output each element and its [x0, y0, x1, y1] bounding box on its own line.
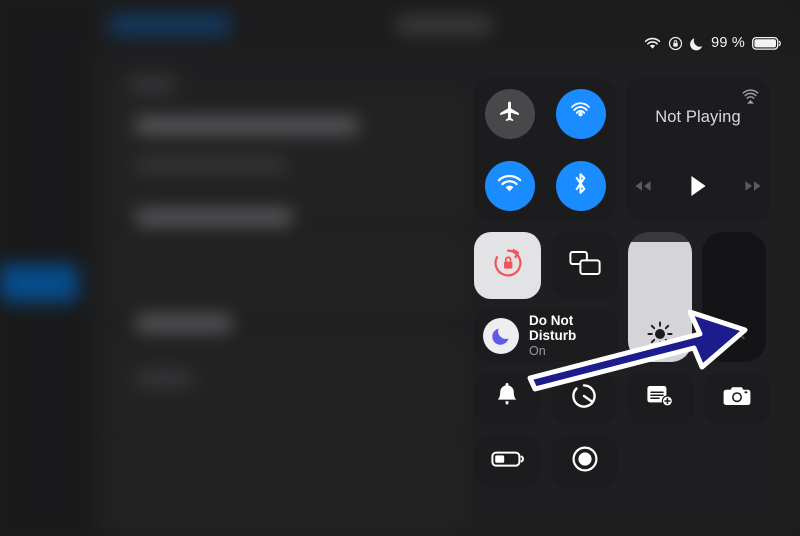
control-center-row-tiles-1 [474, 372, 770, 425]
dnd-label-line1: Do Not [529, 312, 574, 328]
rotation-lock-icon [491, 246, 525, 285]
moon-icon [690, 36, 704, 51]
airplane-icon [497, 99, 522, 129]
screen-recording-button[interactable] [551, 435, 618, 488]
timer-icon [570, 382, 598, 415]
bluetooth-toggle[interactable] [555, 161, 606, 211]
airplay-icon[interactable] [741, 88, 760, 112]
media-playback-module[interactable]: Not Playing [626, 78, 770, 222]
camera-button[interactable] [703, 372, 770, 425]
control-center-row-top: Not Playing [474, 78, 770, 222]
connectivity-module[interactable] [474, 78, 616, 222]
rewind-button[interactable] [632, 179, 654, 193]
timer-button[interactable] [550, 372, 617, 425]
airdrop-icon [567, 98, 594, 130]
fast-forward-button[interactable] [742, 179, 764, 193]
control-center-row-tiles-2 [474, 435, 770, 488]
wifi-icon [644, 37, 661, 50]
now-playing-title: Not Playing [655, 108, 741, 126]
moon-icon [483, 317, 519, 354]
wifi-icon [496, 173, 523, 199]
play-button[interactable] [688, 174, 708, 198]
volume-mute-icon [702, 322, 766, 348]
dnd-label-line2: Disturb [529, 328, 577, 343]
rotation-lock-icon [668, 36, 683, 51]
battery-full-icon [752, 36, 782, 51]
screen-mirroring-icon [568, 249, 602, 282]
screen-mirroring-button[interactable] [551, 232, 618, 299]
camera-icon [722, 384, 752, 413]
brightness-slider[interactable] [628, 232, 692, 362]
alarm-button[interactable] [474, 372, 541, 425]
dnd-status: On [529, 344, 546, 359]
brightness-icon [628, 320, 692, 348]
battery-percentage: 99 % [711, 35, 745, 51]
notes-button[interactable] [627, 372, 694, 425]
wifi-toggle[interactable] [484, 161, 535, 211]
note-add-icon [645, 383, 675, 414]
volume-slider[interactable] [702, 232, 766, 362]
low-power-mode-button[interactable] [474, 435, 541, 488]
control-center-panel: Not Playing Do Not Disturb On [474, 78, 770, 488]
record-icon [570, 444, 600, 479]
status-bar: 99 % [644, 33, 782, 53]
control-center-row-middle: Do Not Disturb On [474, 232, 770, 362]
bell-icon [494, 382, 520, 415]
rotation-lock-button[interactable] [474, 232, 541, 299]
airdrop-toggle[interactable] [555, 89, 606, 139]
battery-low-icon [490, 450, 525, 473]
airplane-mode-toggle[interactable] [484, 89, 535, 139]
bluetooth-icon [571, 170, 590, 202]
do-not-disturb-button[interactable]: Do Not Disturb On [474, 309, 618, 362]
